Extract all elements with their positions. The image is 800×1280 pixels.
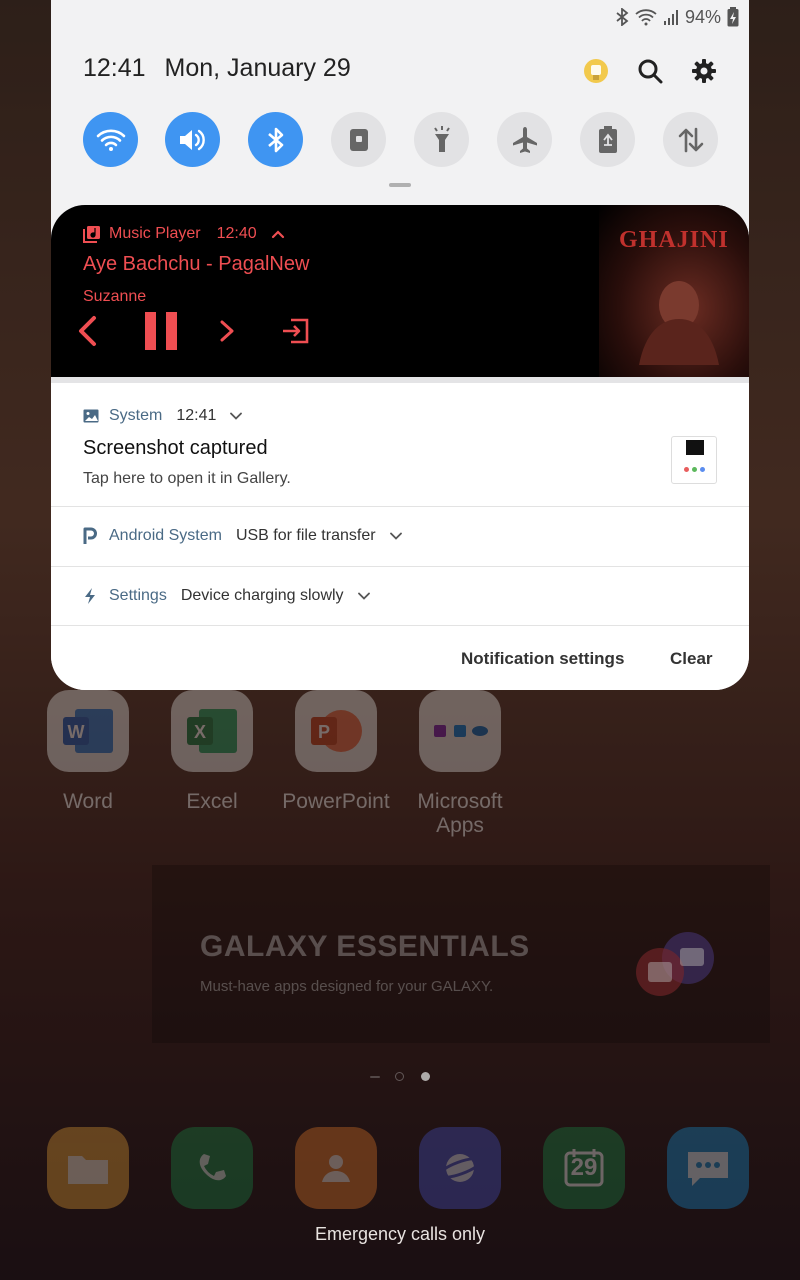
battery-charging-icon [727,7,739,27]
notification-settings-button[interactable]: Notification settings [461,649,624,669]
media-title: Aye Bachchu - PagalNew [83,253,310,275]
clear-button[interactable]: Clear [670,649,713,669]
album-art: GHAJINI [599,205,749,377]
notification-header: System 12:41 [83,407,243,425]
notification-text: USB for file transfer [235,527,376,544]
bluetooth-status-icon [616,8,629,26]
date: Mon, January 29 [164,54,351,82]
panel-top-actions [581,56,719,86]
charging-notification[interactable]: Settings Device charging slowly [51,567,749,626]
pause-button[interactable] [141,308,181,354]
clock: 12:41 [83,54,146,82]
status-bar: 94% [615,6,739,28]
panel-footer: Notification settings Clear [51,626,749,690]
flashlight-icon [433,125,450,152]
flashlight-toggle[interactable] [414,112,469,167]
search-icon[interactable] [635,56,665,86]
data-arrows-icon [678,127,703,152]
exit-button[interactable] [279,308,311,354]
notification-text: Device charging slowly [180,587,344,604]
profile-avatar-icon[interactable] [581,56,611,86]
music-library-icon [83,226,100,243]
sound-toggle[interactable] [165,112,220,167]
screenshot-thumbnail[interactable] [671,436,717,484]
usb-notification[interactable]: Android System USB for file transfer [51,507,749,567]
lock-icon [349,128,368,151]
chevron-down-icon[interactable] [389,532,402,540]
notification-text: Tap here to open it in Gallery. [83,470,291,487]
notification-title: Screenshot captured [83,437,268,459]
airplane-mode-toggle[interactable] [497,112,552,167]
quick-settings [83,112,723,168]
notification-panel: 94% 12:41 Mon, January 29 Music Player 1… [51,0,749,690]
chevron-left-icon [79,316,96,346]
media-app-name: Music Player [109,225,201,242]
bluetooth-icon [267,127,283,152]
screen-lock-toggle[interactable] [331,112,386,167]
notification-app-name: Settings [109,587,167,604]
notification-row: Settings Device charging slowly [83,587,370,605]
panel-drag-handle[interactable] [389,183,411,187]
emergency-calls-text: Emergency calls only [314,1224,486,1244]
airplane-icon [512,126,537,153]
notification-time: 12:41 [176,407,217,424]
chevron-up-icon[interactable] [271,229,285,239]
wifi-icon [96,129,125,151]
media-header: Music Player 12:40 [83,225,285,243]
lightning-icon [85,588,95,604]
settings-gear-icon[interactable] [689,56,719,86]
battery-saver-icon [598,125,617,153]
album-figure-icon [639,281,719,365]
previous-button[interactable] [71,308,103,354]
chevron-down-icon[interactable] [357,592,370,600]
exit-icon [283,318,309,344]
thumbnail-dots [684,467,708,472]
media-player-notification[interactable]: Music Player 12:40 Aye Bachchu - PagalNe… [51,205,749,377]
bluetooth-toggle[interactable] [248,112,303,167]
pause-icon [145,312,177,350]
image-icon [83,409,99,423]
chevron-down-icon[interactable] [230,412,243,420]
chevron-right-icon [220,320,234,342]
media-time: 12:40 [216,225,257,242]
mobile-data-toggle[interactable] [663,112,718,167]
media-artist: Suzanne [83,288,147,305]
thumbnail-preview [686,440,704,455]
power-saving-toggle[interactable] [580,112,635,167]
notification-app-name: System [109,407,163,424]
next-button[interactable] [215,308,239,354]
volume-icon [179,129,205,150]
wifi-toggle[interactable] [83,112,138,167]
notification-row: Android System USB for file transfer [83,527,402,545]
notification-app-name: Android System [109,527,222,544]
signal-icon [663,10,678,25]
battery-percent: 94% [684,6,721,27]
clock-date: 12:41 Mon, January 29 [83,54,363,83]
wifi-status-icon [635,9,657,26]
screenshot-notification[interactable]: System 12:41 Screenshot captured Tap her… [51,383,749,507]
android-system-icon [83,527,97,544]
album-art-title: GHAJINI [619,227,729,253]
